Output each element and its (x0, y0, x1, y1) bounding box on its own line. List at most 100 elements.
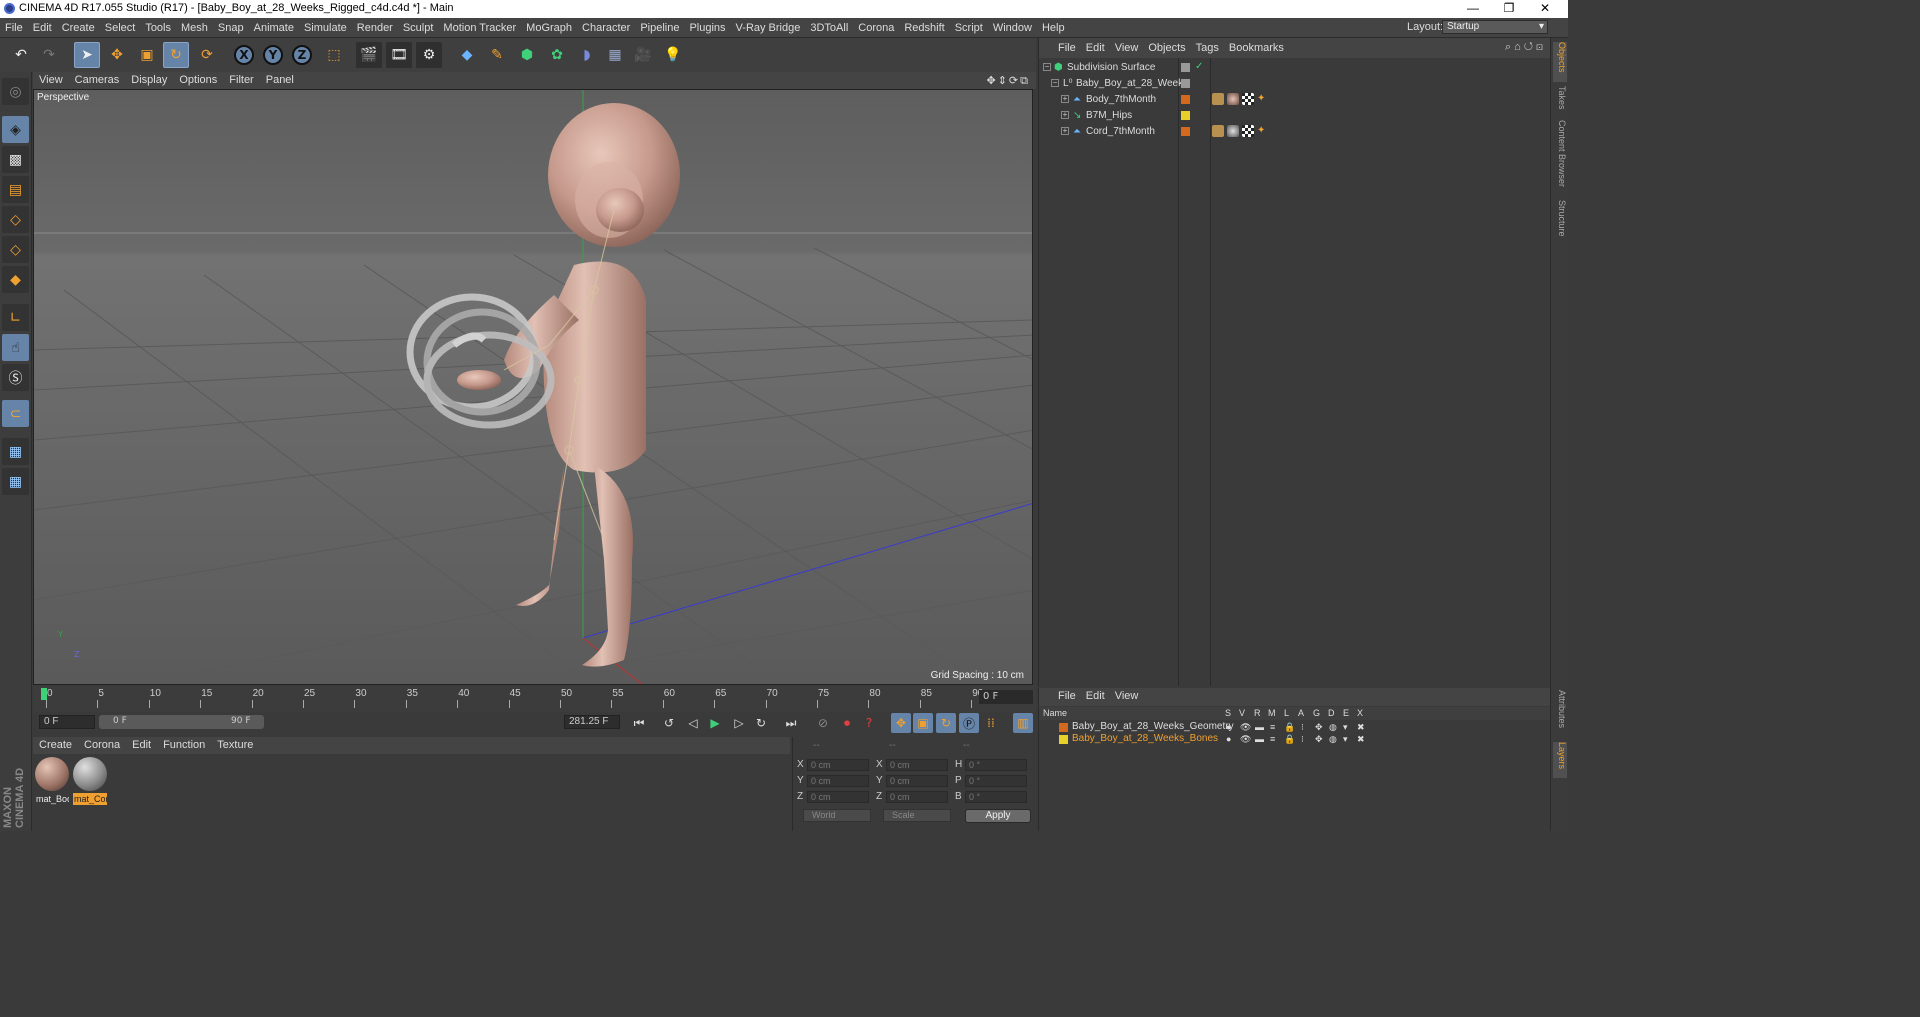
end-frame-field[interactable]: 281.25 F (564, 715, 620, 729)
object-manager-toolbar-icons[interactable]: ⌕⌂↺⊡ (1505, 41, 1546, 54)
object-menu-item-0[interactable]: File (1053, 38, 1081, 54)
layer-solo-icon[interactable]: ● (1226, 734, 1231, 744)
goto-start-icon[interactable]: ⏮ (629, 713, 649, 733)
layer-menu-item-2[interactable]: View (1110, 688, 1144, 702)
layer-manager-icon[interactable]: ≡ (1270, 722, 1275, 732)
menu-item-21[interactable]: Window (988, 18, 1037, 36)
rotation-h-field[interactable]: 0 ° (965, 759, 1027, 771)
expand-icon[interactable]: + (1061, 111, 1069, 119)
object-row[interactable]: + ⏶ Cord_7thMonth ✦ (1039, 124, 1551, 140)
3d-viewport[interactable]: Perspective Grid Spacing : 10 cm Y Z (33, 89, 1033, 685)
menu-item-0[interactable]: File (0, 18, 28, 36)
coordinate-mode-dropdown[interactable]: World (803, 809, 871, 822)
menu-item-10[interactable]: Sculpt (398, 18, 439, 36)
key-parameter-icon[interactable]: Ⓟ (959, 713, 979, 733)
position-z-field[interactable]: 0 cm (807, 791, 869, 803)
layer-manager-icon[interactable]: ≡ (1270, 734, 1275, 744)
menu-item-12[interactable]: MoGraph (521, 18, 577, 36)
autokey-icon[interactable]: ⏺ (837, 713, 857, 733)
deformer-icon[interactable]: ◗ (574, 42, 600, 68)
next-key-icon[interactable]: ↻ (751, 713, 771, 733)
apply-button[interactable]: Apply (965, 809, 1031, 823)
layer-lock-icon[interactable]: 🔒 (1284, 722, 1295, 733)
layer-color-chip[interactable] (1181, 127, 1190, 136)
menu-item-22[interactable]: Help (1037, 18, 1070, 36)
previous-frame-icon[interactable]: ◁ (683, 713, 703, 733)
layer-visible-icon[interactable]: 👁 (1240, 722, 1251, 733)
layer-menu-item-0[interactable]: File (1053, 688, 1081, 702)
pen-spline-icon[interactable]: ✎ (484, 42, 510, 68)
layout-dropdown[interactable]: Startup (1442, 20, 1548, 34)
menu-item-13[interactable]: Character (577, 18, 635, 36)
layer-row[interactable]: Baby_Boy_at_28_Weeks_Bones ● 👁 ▬ ≡ 🔒 ⁝ ✥… (1039, 733, 1551, 746)
menu-item-6[interactable]: Snap (213, 18, 249, 36)
viewport-menu-item-4[interactable]: Filter (223, 72, 259, 86)
collapse-icon[interactable]: − (1051, 79, 1059, 87)
z-axis-button[interactable]: Z (289, 42, 315, 68)
menu-item-8[interactable]: Simulate (299, 18, 352, 36)
layer-animation-icon[interactable]: ⁝ (1301, 722, 1304, 733)
previous-key-icon[interactable]: ↺ (659, 713, 679, 733)
key-pla-icon[interactable]: ⁞⁞ (981, 713, 1001, 733)
live-selection-icon[interactable]: ➤ (74, 42, 100, 68)
key-position-icon[interactable]: ✥ (891, 713, 911, 733)
tab-attributes[interactable]: Attributes (1553, 690, 1567, 738)
layer-expressions-icon[interactable]: ▾ (1343, 722, 1348, 733)
polygons-mode-icon[interactable]: ◆ (2, 266, 29, 293)
menu-item-20[interactable]: Script (950, 18, 988, 36)
model-mode-icon[interactable]: ◈ (2, 116, 29, 143)
material-menu-item-1[interactable]: Corona (78, 737, 126, 751)
menu-item-16[interactable]: V-Ray Bridge (731, 18, 806, 36)
position-y-field[interactable]: 0 cm (807, 775, 869, 787)
render-settings-icon[interactable]: ⚙ (416, 42, 442, 68)
menu-item-15[interactable]: Plugins (684, 18, 730, 36)
enabled-check-icon[interactable]: ✓ (1195, 61, 1203, 72)
material-swatch[interactable]: mat_Boc (35, 757, 69, 805)
menu-item-2[interactable]: Create (57, 18, 100, 36)
object-row[interactable]: − ⬢ Subdivision Surface ✓ (1039, 60, 1551, 76)
menu-item-18[interactable]: Corona (853, 18, 899, 36)
viewport-menu-item-1[interactable]: Cameras (69, 72, 126, 86)
tab-takes[interactable]: Takes (1553, 86, 1567, 116)
position-x-field[interactable]: 0 cm (807, 759, 869, 771)
layer-color-chip[interactable] (1059, 723, 1068, 732)
viewport-menu-item-3[interactable]: Options (173, 72, 223, 86)
layer-xref-icon[interactable]: ✖ (1357, 734, 1365, 745)
material-menu-item-4[interactable]: Texture (211, 737, 259, 751)
timeline-ruler[interactable]: 0 5 10 15 20 25 30 35 40 45 50 55 60 65 70 75 80 85 90 0 F (33, 686, 1036, 712)
layer-render-icon[interactable]: ▬ (1255, 734, 1264, 744)
move-icon[interactable]: ✥ (104, 42, 130, 68)
layer-lock-icon[interactable]: 🔒 (1284, 734, 1295, 745)
layer-animation-icon[interactable]: ⁝ (1301, 734, 1304, 745)
workplane-icon[interactable]: ▤ (2, 176, 29, 203)
menu-item-17[interactable]: 3DToAll (805, 18, 853, 36)
subdivision-surface-icon[interactable]: ⬢ (514, 42, 540, 68)
minimize-button[interactable]: — (1462, 1, 1484, 15)
size-y-field[interactable]: 0 cm (886, 775, 948, 787)
expand-icon[interactable]: + (1061, 95, 1069, 103)
menu-item-19[interactable]: Redshift (899, 18, 949, 36)
recent-tool-icon[interactable]: ⟳ (194, 42, 220, 68)
keyframe-selection-icon[interactable]: ? (859, 713, 879, 733)
axis-mode-icon[interactable]: ∟ (2, 304, 29, 331)
viewport-menu-item-2[interactable]: Display (125, 72, 173, 86)
layer-color-chip[interactable] (1059, 735, 1068, 744)
object-row[interactable]: − L⁰ Baby_Boy_at_28_Weeks (1039, 76, 1551, 92)
rotation-b-field[interactable]: 0 ° (965, 791, 1027, 803)
edges-mode-icon[interactable]: ◇ (2, 236, 29, 263)
coordinate-system-icon[interactable]: ⬚ (321, 42, 347, 68)
menu-item-14[interactable]: Pipeline (635, 18, 684, 36)
viewport-nav-icons[interactable]: ✥⇕⟳⧉ (986, 74, 1030, 88)
render-picture-viewer-icon[interactable]: 🎞 (386, 42, 412, 68)
object-menu-item-4[interactable]: Tags (1191, 38, 1224, 54)
layer-xref-icon[interactable]: ✖ (1357, 722, 1365, 733)
tab-content-browser[interactable]: Content Browser (1553, 120, 1567, 196)
redo-icon[interactable]: ↷ (36, 42, 62, 68)
key-rotation-icon[interactable]: ↻ (936, 713, 956, 733)
menu-item-3[interactable]: Select (100, 18, 141, 36)
object-menu-item-1[interactable]: Edit (1081, 38, 1110, 54)
key-scale-icon[interactable]: ▣ (913, 713, 933, 733)
menu-item-9[interactable]: Render (352, 18, 398, 36)
menu-item-1[interactable]: Edit (28, 18, 57, 36)
x-axis-button[interactable]: X (231, 42, 257, 68)
